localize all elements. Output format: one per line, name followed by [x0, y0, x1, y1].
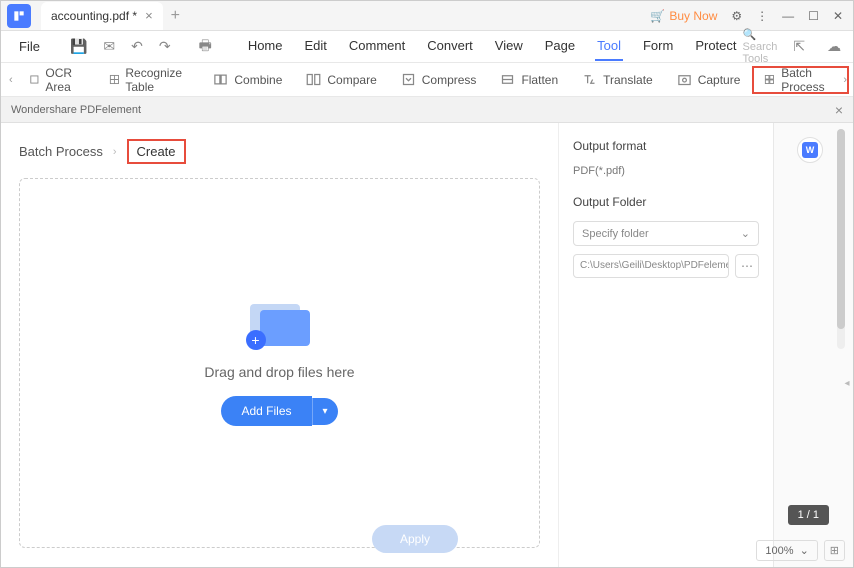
dropzone[interactable]: + Drag and drop files here Add Files ▾: [19, 178, 540, 548]
scrollbar[interactable]: [837, 129, 845, 349]
tool-compress[interactable]: Compress: [389, 66, 489, 94]
mail-icon[interactable]: ✉: [97, 38, 121, 55]
minimize-icon[interactable]: —: [782, 9, 794, 23]
add-files-dropdown[interactable]: ▾: [312, 398, 338, 425]
print-icon[interactable]: 🖶: [193, 35, 218, 59]
tool-recognize-table[interactable]: Recognize Table: [97, 66, 202, 94]
undo-icon[interactable]: ↶: [125, 38, 149, 55]
tab-comment[interactable]: Comment: [347, 32, 407, 61]
page-indicator: 1 / 1: [788, 505, 829, 525]
more-icon[interactable]: ⋮: [756, 9, 768, 23]
toolbar-scroll-left[interactable]: ‹: [5, 74, 17, 86]
tab-protect[interactable]: Protect: [693, 32, 738, 61]
output-format-value: PDF(*.pdf): [573, 165, 759, 177]
redo-icon[interactable]: ↷: [153, 38, 177, 55]
tool-capture[interactable]: Capture: [665, 66, 753, 94]
output-format-label: Output format: [573, 139, 759, 153]
tab-form[interactable]: Form: [641, 32, 675, 61]
left-panel: Batch Process › Create + Drag and drop f…: [1, 123, 558, 567]
cloud-icon[interactable]: ☁: [821, 38, 847, 55]
chevron-down-icon: ⌄: [800, 544, 809, 557]
tab-edit[interactable]: Edit: [303, 32, 329, 61]
search-tools[interactable]: 🔍 Search Tools: [743, 28, 778, 65]
tab-tool[interactable]: Tool: [595, 32, 623, 61]
folder-add-icon: +: [250, 300, 310, 348]
output-folder-path[interactable]: C:\Users\Geili\Desktop\PDFelement\Cr: [573, 254, 729, 278]
output-panel: Output format PDF(*.pdf) Output Folder S…: [558, 123, 773, 567]
close-window-icon[interactable]: ✕: [833, 9, 843, 23]
panel-title: Wondershare PDFelement: [11, 104, 141, 116]
new-tab-button[interactable]: +: [171, 7, 180, 25]
tool-flatten[interactable]: Flatten: [488, 66, 570, 94]
toolbar-scroll-right[interactable]: ›: [839, 74, 851, 86]
chevron-down-icon: ⌄: [741, 227, 750, 240]
panel-header: Wondershare PDFelement ×: [1, 97, 853, 123]
tab-page[interactable]: Page: [543, 32, 577, 61]
browse-folder-button[interactable]: ⋯: [735, 254, 759, 278]
breadcrumb-root[interactable]: Batch Process: [19, 144, 103, 159]
titlebar: accounting.pdf * × + 🛒 Buy Now ⚙ ⋮ — ☐ ✕: [1, 1, 853, 31]
maximize-icon[interactable]: ☐: [808, 9, 819, 23]
tab-filename: accounting.pdf *: [51, 9, 137, 23]
add-files-button[interactable]: Add Files: [221, 396, 311, 426]
tab-view[interactable]: View: [493, 32, 525, 61]
tool-combine[interactable]: Combine: [201, 66, 294, 94]
breadcrumb-current: Create: [127, 139, 186, 164]
tab-close-icon[interactable]: ×: [145, 8, 153, 23]
file-menu[interactable]: File: [11, 39, 48, 54]
tool-compare[interactable]: Compare: [294, 66, 388, 94]
chevron-right-icon: ›: [113, 146, 117, 158]
breadcrumb: Batch Process › Create: [19, 139, 540, 164]
expand-handle[interactable]: ◂: [841, 363, 853, 403]
settings-icon[interactable]: ⚙: [731, 9, 742, 23]
tool-translate[interactable]: Translate: [570, 66, 665, 94]
main-tabs: Home Edit Comment Convert View Page Tool…: [246, 32, 739, 61]
share-icon[interactable]: ⇱: [787, 38, 811, 55]
save-icon[interactable]: 💾: [64, 38, 93, 55]
tab-convert[interactable]: Convert: [425, 32, 475, 61]
app-icon: [7, 4, 31, 28]
apply-button[interactable]: Apply: [372, 525, 458, 553]
word-export-badge[interactable]: W: [797, 137, 823, 163]
tool-ocr-area[interactable]: OCR Area: [17, 66, 97, 94]
sidebar-right: W ◂ 1 / 1 100%⌄ ⊞: [773, 123, 853, 567]
output-folder-label: Output Folder: [573, 195, 759, 209]
output-folder-select[interactable]: Specify folder⌄: [573, 221, 759, 246]
tab-home[interactable]: Home: [246, 32, 285, 61]
zoom-select[interactable]: 100%⌄: [756, 540, 817, 561]
dropzone-text: Drag and drop files here: [204, 364, 354, 380]
buy-now-link[interactable]: 🛒 Buy Now: [650, 9, 717, 23]
menubar: File 💾 ✉ ↶ ↷ 🖶 Home Edit Comment Convert…: [1, 31, 853, 63]
toolbar: ‹ OCR Area Recognize Table Combine Compa…: [1, 63, 853, 97]
document-tab[interactable]: accounting.pdf * ×: [41, 2, 163, 30]
tool-batch-process[interactable]: Batch Process: [752, 66, 849, 94]
panel-close-icon[interactable]: ×: [835, 102, 843, 118]
fit-page-icon[interactable]: ⊞: [824, 540, 845, 561]
